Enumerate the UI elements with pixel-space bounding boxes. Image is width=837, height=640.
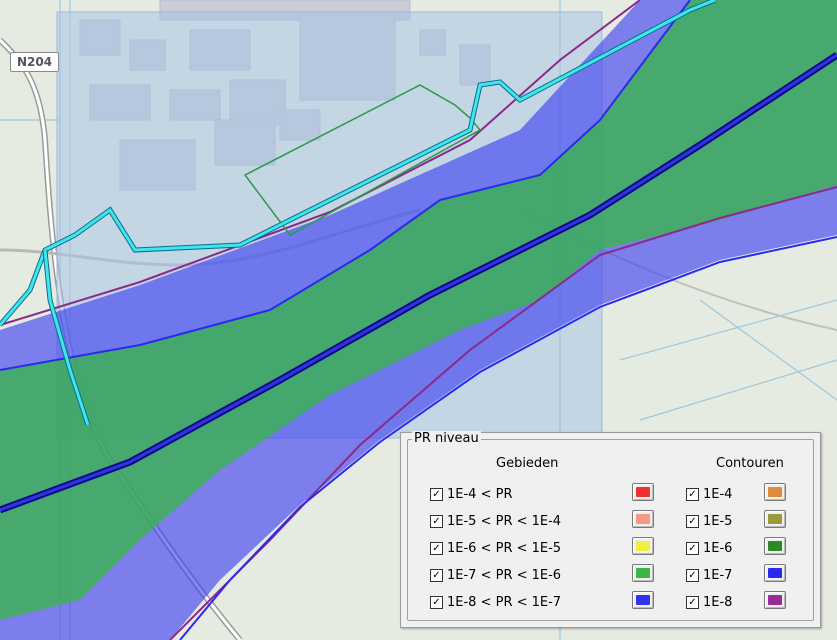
contour-checkbox[interactable]: ✓ <box>686 568 699 582</box>
area-row: ✓ 1E-5 < PR < 1E-4 <box>430 512 561 530</box>
area-color-swatch <box>636 541 650 551</box>
contour-color-swatch <box>768 595 782 605</box>
area-label: 1E-6 < PR < 1E-5 <box>447 540 562 556</box>
area-label: 1E-7 < PR < 1E-6 <box>447 567 562 583</box>
contour-color-button[interactable] <box>764 483 786 501</box>
area-color-swatch <box>636 568 650 578</box>
area-checkbox[interactable]: ✓ <box>430 541 443 555</box>
contour-checkbox[interactable]: ✓ <box>686 514 699 528</box>
area-checkbox[interactable]: ✓ <box>430 595 443 609</box>
contour-color-button[interactable] <box>764 537 786 555</box>
legend-title: PR niveau <box>412 431 481 446</box>
area-checkbox[interactable]: ✓ <box>430 514 443 528</box>
legend-panel: PR niveau Gebieden Contouren ✓ 1E-4 < PR ✓… <box>400 431 821 628</box>
contour-label: 1E-4 <box>703 486 733 502</box>
contour-color-button[interactable] <box>764 564 786 582</box>
area-row: ✓ 1E-6 < PR < 1E-5 <box>430 539 561 557</box>
area-label: 1E-5 < PR < 1E-4 <box>447 513 562 529</box>
area-color-button[interactable] <box>632 564 654 582</box>
contour-color-button[interactable] <box>764 591 786 609</box>
area-color-button[interactable] <box>632 591 654 609</box>
contour-label: 1E-6 <box>703 540 733 556</box>
legend-group-box: PR niveau Gebieden Contouren ✓ 1E-4 < PR ✓… <box>407 431 814 621</box>
contour-row: ✓ 1E-6 <box>686 539 732 557</box>
area-color-button[interactable] <box>632 510 654 528</box>
area-checkbox[interactable]: ✓ <box>430 568 443 582</box>
area-color-swatch <box>636 487 650 497</box>
contour-color-button[interactable] <box>764 510 786 528</box>
contours-header: Contouren <box>716 456 784 471</box>
contour-row: ✓ 1E-7 <box>686 566 732 584</box>
contour-color-swatch <box>768 541 782 551</box>
area-row: ✓ 1E-7 < PR < 1E-6 <box>430 566 561 584</box>
contour-label: 1E-8 <box>703 594 733 610</box>
area-row: ✓ 1E-8 < PR < 1E-7 <box>430 593 561 611</box>
areas-header: Gebieden <box>496 456 559 471</box>
area-color-button[interactable] <box>632 537 654 555</box>
contour-checkbox[interactable]: ✓ <box>686 487 699 501</box>
road-label-n204: N204 <box>10 52 60 72</box>
area-row: ✓ 1E-4 < PR <box>430 485 512 503</box>
area-color-button[interactable] <box>632 483 654 501</box>
area-label: 1E-8 < PR < 1E-7 <box>447 594 562 610</box>
contour-color-swatch <box>768 568 782 578</box>
area-checkbox[interactable]: ✓ <box>430 487 443 501</box>
contour-color-swatch <box>768 487 782 497</box>
contour-checkbox[interactable]: ✓ <box>686 541 699 555</box>
area-color-swatch <box>636 595 650 605</box>
area-color-swatch <box>636 514 650 524</box>
contour-label: 1E-7 <box>703 567 733 583</box>
contour-color-swatch <box>768 514 782 524</box>
contour-row: ✓ 1E-8 <box>686 593 732 611</box>
area-label: 1E-4 < PR <box>447 486 513 502</box>
contour-checkbox[interactable]: ✓ <box>686 595 699 609</box>
contour-label: 1E-5 <box>703 513 733 529</box>
contour-row: ✓ 1E-4 <box>686 485 732 503</box>
contour-row: ✓ 1E-5 <box>686 512 732 530</box>
